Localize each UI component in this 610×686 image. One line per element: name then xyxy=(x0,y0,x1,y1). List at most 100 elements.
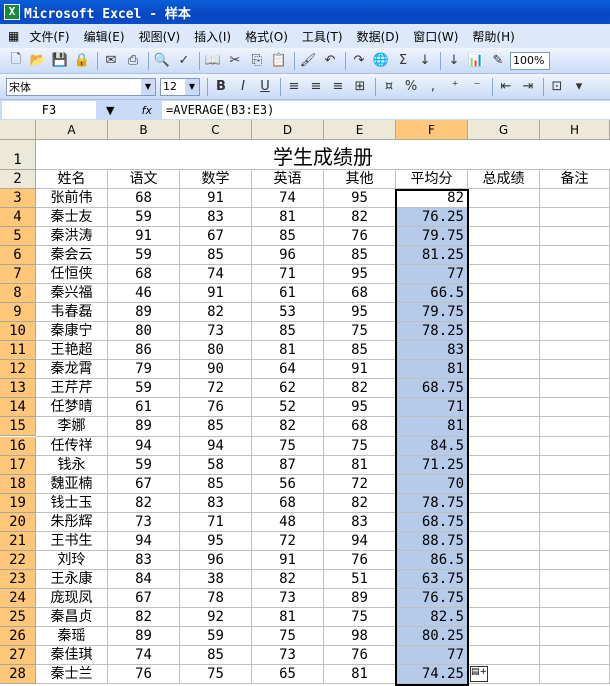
print-preview-icon[interactable]: 🔍 xyxy=(152,51,172,71)
score-cell[interactable]: 79 xyxy=(108,360,180,380)
column-label-cell[interactable]: 语文 xyxy=(108,170,180,189)
align-right-icon[interactable]: ≡ xyxy=(328,77,348,97)
row-header[interactable]: 3 xyxy=(0,189,36,208)
row-header[interactable]: 23 xyxy=(0,569,36,589)
empty-cell[interactable] xyxy=(468,227,540,247)
score-cell[interactable]: 74 xyxy=(180,265,252,285)
sheet-title[interactable]: 学生成绩册 xyxy=(36,140,610,170)
score-cell[interactable]: 90 xyxy=(180,360,252,380)
row-header[interactable]: 15 xyxy=(0,417,36,437)
score-cell[interactable]: 83 xyxy=(324,512,396,532)
column-label-cell[interactable]: 总成绩 xyxy=(468,170,540,189)
score-cell[interactable]: 52 xyxy=(252,398,324,418)
name-cell[interactable]: 钱永 xyxy=(36,455,108,475)
empty-cell[interactable] xyxy=(468,246,540,266)
row-header[interactable]: 1 xyxy=(0,140,36,170)
empty-cell[interactable] xyxy=(540,493,610,513)
comma-button[interactable]: , xyxy=(423,77,443,97)
menu-item[interactable]: 编辑(E) xyxy=(84,28,125,45)
paste-icon[interactable]: 📋 xyxy=(269,51,289,71)
fx-icon[interactable]: fx xyxy=(142,104,152,117)
row-header[interactable]: 12 xyxy=(0,360,36,380)
research-icon[interactable]: 📖 xyxy=(203,51,223,71)
column-label-cell[interactable]: 数学 xyxy=(180,170,252,189)
empty-cell[interactable] xyxy=(540,665,610,685)
empty-cell[interactable] xyxy=(468,531,540,551)
score-cell[interactable]: 81 xyxy=(252,607,324,627)
name-cell[interactable]: 秦会云 xyxy=(36,246,108,266)
row-header[interactable]: 6 xyxy=(0,246,36,266)
name-cell[interactable]: 王艳超 xyxy=(36,341,108,361)
average-cell[interactable]: 79.75 xyxy=(396,227,468,247)
name-cell[interactable]: 魏亚楠 xyxy=(36,474,108,494)
score-cell[interactable]: 76 xyxy=(324,227,396,247)
name-cell[interactable]: 钱士玉 xyxy=(36,493,108,513)
score-cell[interactable]: 71 xyxy=(252,265,324,285)
score-cell[interactable]: 81 xyxy=(324,665,396,685)
empty-cell[interactable] xyxy=(468,588,540,608)
column-label-cell[interactable]: 其他 xyxy=(324,170,396,189)
font-size-select[interactable]: 12 ▼ xyxy=(160,77,200,96)
name-cell[interactable]: 李娜 xyxy=(36,417,108,437)
score-cell[interactable]: 95 xyxy=(180,531,252,551)
empty-cell[interactable] xyxy=(540,265,610,285)
row-header[interactable]: 7 xyxy=(0,265,36,285)
underline-button[interactable]: U xyxy=(255,77,275,97)
score-cell[interactable]: 67 xyxy=(108,474,180,494)
empty-cell[interactable] xyxy=(468,493,540,513)
empty-cell[interactable] xyxy=(540,322,610,342)
row-header[interactable]: 5 xyxy=(0,227,36,247)
select-all-corner[interactable] xyxy=(0,120,36,140)
sort-ascending-icon[interactable]: ↓ xyxy=(415,51,435,71)
name-cell[interactable]: 秦康宁 xyxy=(36,322,108,342)
row-header[interactable]: 18 xyxy=(0,474,36,494)
score-cell[interactable]: 95 xyxy=(324,265,396,285)
average-cell[interactable]: 77 xyxy=(396,265,468,285)
average-cell[interactable]: 81.25 xyxy=(396,246,468,266)
empty-cell[interactable] xyxy=(540,607,610,627)
row-header[interactable]: 26 xyxy=(0,626,36,646)
autosum-icon[interactable]: Σ xyxy=(393,51,413,71)
average-cell[interactable]: 68.75 xyxy=(396,512,468,532)
column-label-cell[interactable]: 备注 xyxy=(540,170,610,189)
average-cell[interactable]: 81 xyxy=(396,360,468,380)
score-cell[interactable]: 59 xyxy=(108,208,180,228)
save-icon[interactable]: 💾 xyxy=(50,51,70,71)
score-cell[interactable]: 87 xyxy=(252,455,324,475)
score-cell[interactable]: 67 xyxy=(108,588,180,608)
score-cell[interactable]: 89 xyxy=(108,417,180,437)
row-header[interactable]: 9 xyxy=(0,303,36,323)
chevron-down-icon[interactable]: ▼ xyxy=(141,78,155,95)
score-cell[interactable]: 65 xyxy=(252,665,324,685)
print-icon[interactable]: ⎙ xyxy=(123,51,143,71)
column-header-e[interactable]: E xyxy=(324,120,396,140)
average-cell[interactable]: 81 xyxy=(396,417,468,437)
chart-wizard-icon[interactable]: 📊 xyxy=(466,51,486,71)
score-cell[interactable]: 98 xyxy=(324,626,396,646)
name-cell[interactable]: 庞现凤 xyxy=(36,588,108,608)
empty-cell[interactable] xyxy=(540,417,610,437)
paste-options-icon[interactable]: ▤+ xyxy=(470,666,488,682)
score-cell[interactable]: 68 xyxy=(252,493,324,513)
average-cell[interactable]: 71 xyxy=(396,398,468,418)
score-cell[interactable]: 95 xyxy=(324,189,396,209)
name-cell[interactable]: 秦士兰 xyxy=(36,665,108,685)
score-cell[interactable]: 71 xyxy=(180,512,252,532)
score-cell[interactable]: 83 xyxy=(180,493,252,513)
row-header[interactable]: 17 xyxy=(0,455,36,475)
score-cell[interactable]: 84 xyxy=(108,569,180,589)
bold-button[interactable]: B xyxy=(211,77,231,97)
name-cell[interactable]: 秦瑶 xyxy=(36,626,108,646)
decrease-decimal-icon[interactable]: ⁻ xyxy=(467,77,487,97)
score-cell[interactable]: 73 xyxy=(180,322,252,342)
score-cell[interactable]: 85 xyxy=(180,645,252,665)
align-left-icon[interactable]: ≡ xyxy=(284,77,304,97)
score-cell[interactable]: 91 xyxy=(108,227,180,247)
score-cell[interactable]: 72 xyxy=(180,379,252,399)
name-cell[interactable]: 刘玲 xyxy=(36,550,108,570)
column-header-d[interactable]: D xyxy=(252,120,324,140)
empty-cell[interactable] xyxy=(540,208,610,228)
score-cell[interactable]: 38 xyxy=(180,569,252,589)
score-cell[interactable]: 94 xyxy=(108,436,180,456)
average-cell[interactable]: 88.75 xyxy=(396,531,468,551)
